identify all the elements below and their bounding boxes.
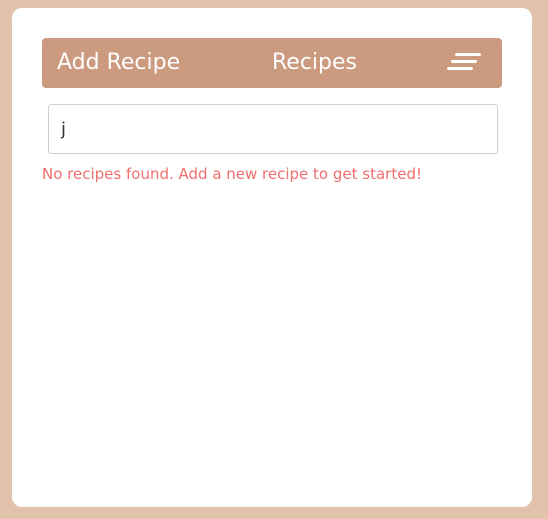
page-title: Recipes [272,50,358,75]
empty-state-message: No recipes found. Add a new recipe to ge… [42,165,422,183]
menu-icon-bar-bottom [447,67,473,70]
menu-icon-bar-top [455,53,481,56]
search-input[interactable] [48,104,498,154]
menu-icon-bar-middle [451,60,477,63]
add-recipe-link[interactable]: Add Recipe [57,49,180,77]
menu-button[interactable] [447,50,481,76]
recipes-header: Add Recipe Recipes [42,38,502,88]
recipes-card: Add Recipe Recipes No recipes found. Add… [12,8,532,507]
